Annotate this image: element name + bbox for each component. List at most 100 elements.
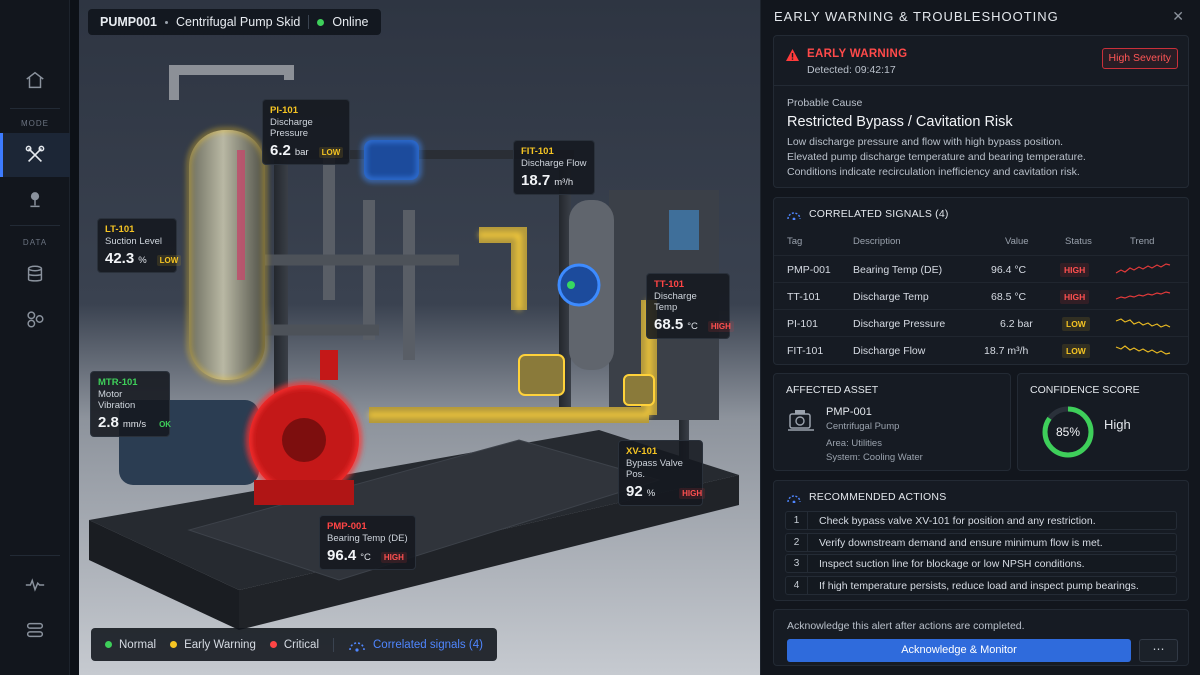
alert-detected-time: Detected: 09:42:17	[807, 64, 896, 76]
normal-dot	[105, 641, 112, 648]
affected-asset-system: System: Cooling Water	[826, 452, 923, 463]
status-legend: Normal Early Warning Critical Correlated…	[91, 628, 497, 661]
rail-divider	[10, 108, 60, 109]
tag-card-xv-101[interactable]: XV-101 Bypass Valve Pos. 92% HIGH	[618, 440, 706, 506]
tag-unit: %	[138, 255, 147, 266]
left-rail: MODE DATA	[0, 0, 70, 675]
action-text: Verify downstream demand and ensure mini…	[819, 537, 1103, 549]
tag-card-pi-101[interactable]: PI-101 Discharge Pressure 6.2 bar LOW	[262, 99, 350, 165]
pressure-transmitter[interactable]	[364, 140, 419, 180]
tag-value: 68.5	[654, 316, 684, 333]
signal-description: Discharge Pressure	[853, 318, 946, 330]
tag-status-badge: HIGH	[380, 552, 407, 563]
suction-tank[interactable]	[189, 130, 265, 380]
correlated-signals-icon	[349, 641, 365, 652]
tag-card-fit-101[interactable]: FIT-101 Discharge Flow 18.7 m³/h	[513, 140, 595, 195]
recommended-actions-header: RECOMMENDED ACTIONS	[787, 491, 946, 503]
action-item[interactable]: 4 If high temperature persists, reduce lo…	[785, 576, 1177, 595]
confidence-score-label: CONFIDENCE SCORE	[1030, 384, 1140, 396]
activity-button[interactable]	[0, 563, 70, 607]
affected-asset-card: AFFECTED ASSET PMP-001 Centrifugal Pump …	[773, 373, 1011, 471]
legend-label: Correlated signals (4)	[373, 638, 483, 651]
legend-correlated-signals[interactable]: Correlated signals (4)	[348, 638, 483, 652]
table-row[interactable]: FIT-101 Discharge Flow 18.7 m³/h LOW	[774, 336, 1188, 363]
tag-description: Bypass Valve Pos.	[626, 458, 683, 480]
legend-normal: Normal	[105, 639, 156, 651]
tag-unit: °C	[360, 552, 371, 563]
flow-transmitter[interactable]	[557, 263, 601, 307]
rail-divider	[10, 225, 60, 226]
integrations-button[interactable]	[0, 297, 70, 341]
tag-id: LT-101	[105, 224, 135, 235]
cause-description-line: Elevated pump discharge temperature and …	[787, 151, 1086, 163]
tag-unit: m³/h	[554, 177, 574, 188]
probable-cause-label: Probable Cause	[787, 97, 863, 109]
tag-card-pmp-001[interactable]: PMP-001 Bearing Temp (DE) 96.4 °C HIGH	[319, 515, 416, 570]
tools-icon	[25, 145, 45, 163]
action-number: 4	[786, 577, 808, 594]
tag-value: 96.4	[327, 547, 357, 564]
close-icon[interactable]: ✕	[1172, 8, 1184, 25]
tag-status-badge: HIGH	[679, 488, 706, 499]
tag-description: Suction Level	[105, 236, 163, 247]
tag-id: PMP-001	[327, 521, 367, 532]
tag-card-lt-101[interactable]: LT-101 Suction Level 42.3% LOW	[97, 218, 182, 273]
table-row[interactable]: TT-101 Discharge Temp 68.5 °C HIGH	[774, 282, 1188, 309]
tag-unit: %	[646, 488, 656, 499]
signal-value: 6.2 bar	[1000, 318, 1033, 330]
tag-description: Discharge Flow	[521, 158, 587, 169]
more-options-button[interactable]: ⋯	[1139, 639, 1178, 662]
database-button[interactable]	[0, 252, 70, 296]
settings-button[interactable]	[0, 608, 70, 652]
signal-value: 18.7 m³/h	[984, 345, 1029, 357]
action-text: Check bypass valve XV-101 for position a…	[819, 515, 1096, 527]
tag-id: FIT-101	[521, 146, 554, 157]
home-button[interactable]	[0, 58, 70, 102]
trend-sparkline	[1115, 345, 1171, 355]
pump-icon	[788, 410, 814, 431]
acknowledge-instruction: Acknowledge this alert after actions are…	[787, 620, 1025, 632]
section-title: CORRELATED SIGNALS (4)	[809, 208, 949, 220]
action-item[interactable]: 2 Verify downstream demand and ensure min…	[785, 533, 1177, 552]
location-mode-button[interactable]	[0, 177, 70, 221]
tag-unit: bar	[294, 147, 309, 158]
signal-tag: FIT-101	[787, 345, 824, 357]
tag-status-badge: OK	[159, 420, 172, 429]
correlated-signals-icon	[787, 494, 801, 503]
asset-id: PUMP001	[100, 15, 157, 29]
tag-card-mtr-101[interactable]: MTR-101 Motor Vibration 2.8 mm/s OK	[90, 371, 171, 437]
warning-triangle-icon	[786, 49, 799, 61]
tag-value: 42.3	[105, 250, 135, 267]
divider	[308, 15, 310, 29]
action-item[interactable]: 3 Inspect suction line for blockage or lo…	[785, 554, 1177, 573]
tag-status-badge: LOW	[318, 147, 344, 158]
alert-header: EARLY WARNING Detected: 09:42:17 High Se…	[774, 36, 1188, 86]
table-row[interactable]: PI-101 Discharge Pressure 6.2 bar LOW	[774, 309, 1188, 336]
probable-cause-title: Restricted Bypass / Cavitation Risk	[787, 114, 1013, 130]
signal-description: Discharge Temp	[853, 291, 929, 303]
signal-tag: PMP-001	[787, 264, 831, 276]
asset-header: PUMP001 Centrifugal Pump Skid Online	[88, 9, 381, 35]
table-row[interactable]: PMP-001 Bearing Temp (DE) 96.4 °C HIGH	[774, 255, 1188, 282]
asset-status: Online	[332, 15, 369, 29]
col-header-description: Description	[853, 236, 901, 247]
signal-status-badge: LOW	[1062, 344, 1090, 358]
troubleshoot-mode-button[interactable]	[0, 133, 70, 177]
acknowledge-monitor-button[interactable]: Acknowledge & Monitor	[787, 639, 1131, 662]
severity-badge: High Severity	[1101, 48, 1178, 69]
tag-unit: °C	[687, 321, 698, 332]
trend-sparkline	[1115, 291, 1171, 300]
tag-card-tt-101[interactable]: TT-101 Discharge Temp 68.5 °C HIGH	[646, 273, 734, 339]
recommended-actions-card: RECOMMENDED ACTIONS 1 Check bypass valve …	[773, 480, 1189, 601]
col-header-status: Status	[1065, 236, 1092, 247]
bypass-valve[interactable]	[518, 354, 565, 396]
affected-asset-area: Area: Utilities	[826, 438, 882, 449]
equipment-viewport[interactable]: PUMP001 Centrifugal Pump Skid Online PI-…	[79, 0, 760, 675]
legend-label: Critical	[283, 638, 319, 651]
signal-status-badge: HIGH	[1060, 263, 1090, 277]
tag-value: 92	[626, 483, 643, 500]
action-text: If high temperature persists, reduce loa…	[819, 580, 1139, 592]
cause-description-line: Low discharge pressure and flow with hig…	[787, 136, 1064, 148]
action-item[interactable]: 1 Check bypass valve XV-101 for position …	[785, 511, 1177, 530]
tag-value: 18.7	[521, 172, 551, 189]
